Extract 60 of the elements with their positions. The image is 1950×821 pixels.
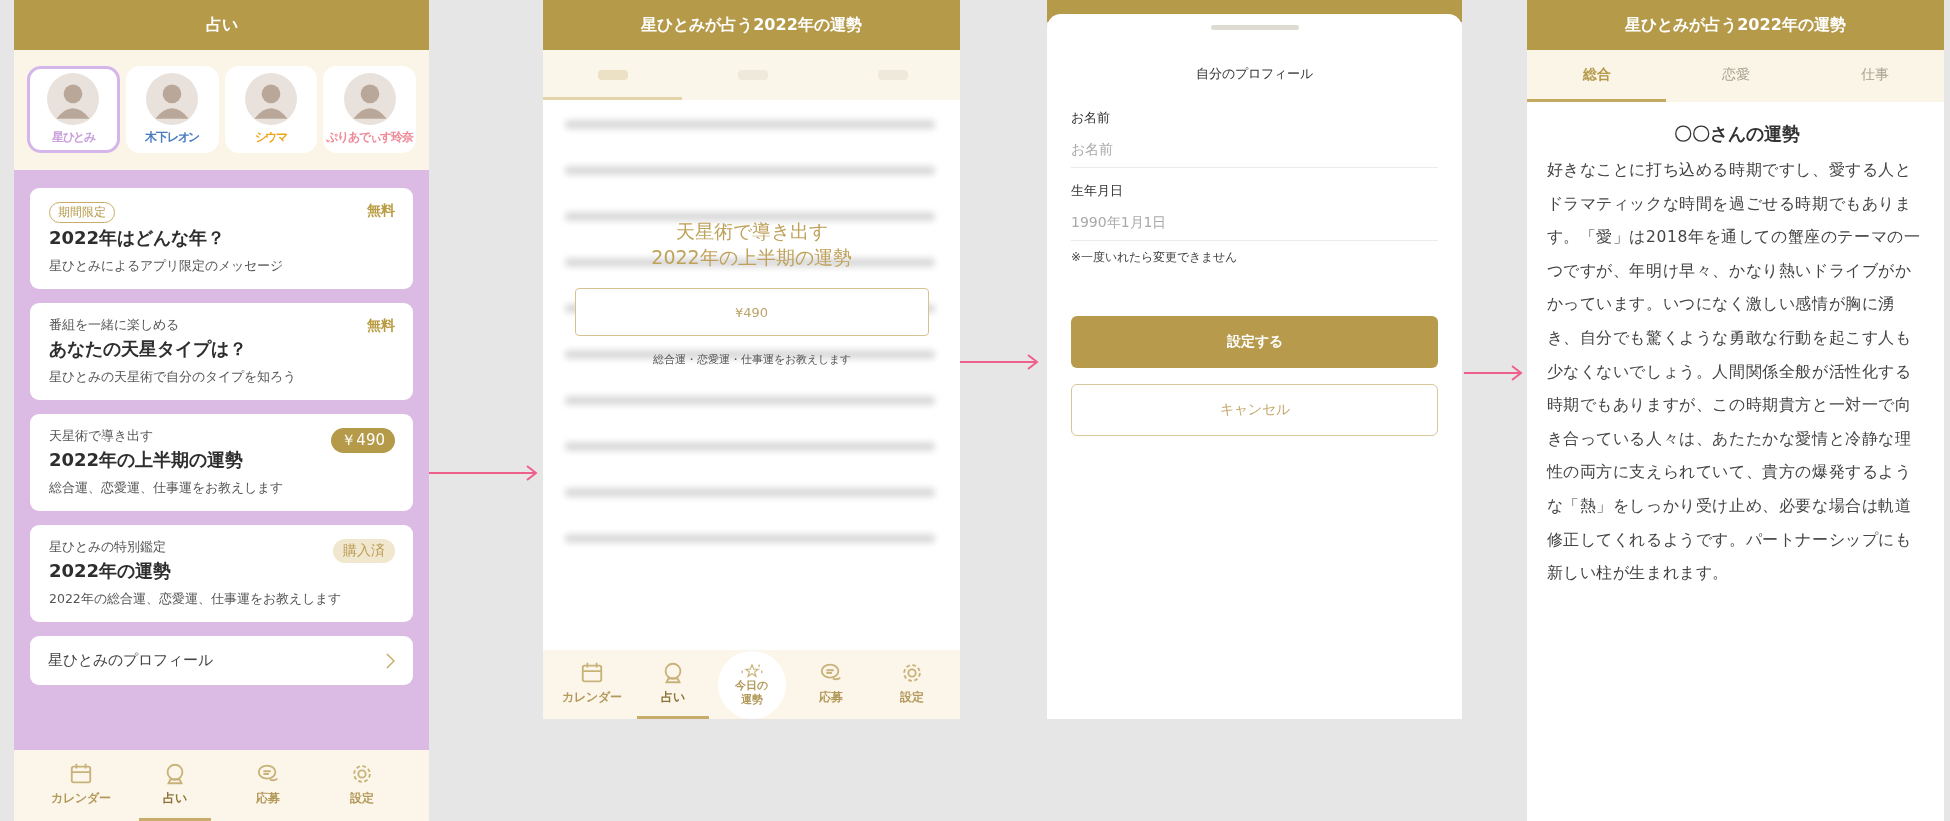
price-label: 無料 bbox=[367, 317, 395, 335]
calendar-icon bbox=[579, 660, 604, 685]
field-label: お名前 bbox=[1071, 109, 1111, 127]
menu-card[interactable]: 期間限定 2022年はどんな年？ 星ひとみによるアプリ限定のメッセージ 無料 bbox=[30, 188, 413, 289]
screen-title: 星ひとみが占う2022年の運勢 bbox=[1625, 14, 1846, 36]
chevron-icon bbox=[386, 652, 395, 669]
menu-card[interactable]: 天星術で導き出す 2022年の上半期の運勢 総合運、恋愛運、仕事運をお教えします ￥490 bbox=[30, 414, 413, 511]
price-badge: ￥490 bbox=[331, 428, 395, 453]
nav-tab[interactable]: カレンダー bbox=[44, 750, 117, 821]
buy-button[interactable]: ¥490 bbox=[574, 288, 929, 336]
avatar-icon bbox=[47, 73, 100, 125]
fortune-teller-card[interactable]: 星ひとみ bbox=[27, 66, 120, 153]
card-title: あなたの天星タイプは？ bbox=[49, 337, 248, 361]
card-subtitle: 星ひとみの特別鑑定 bbox=[49, 539, 167, 556]
avatar-icon bbox=[146, 73, 199, 125]
sheet-handle[interactable] bbox=[1210, 25, 1299, 30]
menu-card[interactable]: 星ひとみの特別鑑定 2022年の運勢 2022年の総合運、恋愛運、仕事運をお教えします 購入済 bbox=[30, 525, 413, 622]
calendar-icon bbox=[68, 761, 93, 786]
card-title: 2022年の運勢 bbox=[49, 559, 173, 583]
flow-arrow bbox=[1464, 365, 1524, 381]
avatar-icon bbox=[244, 73, 297, 125]
nav-tab[interactable]: 占い bbox=[138, 750, 211, 821]
menu-card[interactable]: 番組を一緒に楽しめる あなたの天星タイプは？ 星ひとみの天星術で自分のタイプを知ろう 無料 bbox=[30, 303, 413, 400]
nav-tab[interactable]: 応募 bbox=[794, 650, 867, 719]
tab[interactable]: 総合 bbox=[1527, 50, 1666, 102]
reading-heading: 〇〇さんの運勢 bbox=[1673, 122, 1800, 146]
card-description: 総合運、恋愛運、仕事運をお教えします bbox=[49, 480, 283, 497]
fortune-teller-card[interactable]: ぷりあでぃす玲奈 bbox=[323, 66, 416, 153]
card-title: 2022年はどんな年？ bbox=[49, 226, 227, 250]
cancel-button[interactable]: キャンセル bbox=[1071, 384, 1438, 436]
nav-tab[interactable]: カレンダー bbox=[555, 650, 628, 719]
tab[interactable]: 仕事 bbox=[1805, 50, 1944, 102]
nav-tab[interactable]: 応募 bbox=[232, 750, 305, 821]
card-title: 2022年の上半期の運勢 bbox=[49, 448, 245, 472]
avatar-icon bbox=[343, 73, 396, 125]
nav-tab[interactable]: 設定 bbox=[326, 750, 399, 821]
card-description: 星ひとみによるアプリ限定のメッセージ bbox=[49, 258, 283, 275]
today-fortune-button[interactable]: 今日の運勢 bbox=[717, 651, 786, 719]
nav-tab[interactable]: 占い bbox=[636, 650, 709, 719]
save-button[interactable]: 設定する bbox=[1071, 316, 1438, 368]
screen-title: 占い bbox=[205, 14, 238, 36]
nav-tab[interactable]: 設定 bbox=[875, 650, 948, 719]
card-description: 星ひとみの天星術で自分のタイプを知ろう bbox=[49, 369, 296, 386]
reading-text: 好きなことに打ち込める時期ですし、愛する人とドラマティックな時間を過ごせる時期でもあります。「愛」は2018年を通しての蟹座のテーマの一つですが、年明け早々、かなり熱いドライブがかかっています。いつになく激しい感情が胸に湧き、自分でも驚くような勇敢な行動を起こす人も少なくないでしょう。人間関係全般が活性化する時期でもありますが、この時期貴方と一対一で向き合っている人々は、あたたかな愛情と冷静な理性の両方に支えられていて、貴方の爆発するような「熱」をしっかり受け止め、必要な場合は軌道修正してくれるようです。パートナーシップにも新しい柱が生まれます。 bbox=[1546, 160, 1922, 585]
field-label: 生年月日 bbox=[1071, 182, 1124, 200]
card-subtitle: 番組を一緒に楽しめる bbox=[49, 317, 180, 334]
card-subtitle: 天星術で導き出す bbox=[49, 428, 154, 445]
tab[interactable]: 恋愛 bbox=[1666, 50, 1805, 102]
fortune-teller-card[interactable]: 木下レオン bbox=[125, 66, 219, 153]
card-description: 2022年の総合運、恋愛運、仕事運をお教えします bbox=[49, 591, 341, 608]
sheet-title: 自分のプロフィール bbox=[1196, 65, 1313, 83]
offer-title: 天星術で導き出す bbox=[675, 219, 828, 244]
screen-title: 星ひとみが占う2022年の運勢 bbox=[641, 14, 862, 36]
profile-link[interactable]: 星ひとみのプロフィール bbox=[30, 636, 413, 685]
fortune-teller-card[interactable]: シウマ bbox=[224, 66, 318, 153]
offer-note: 総合運・恋愛運・仕事運をお教えします bbox=[652, 352, 851, 367]
offer-subtitle: 2022年の上半期の運勢 bbox=[651, 245, 852, 270]
field-note: ※一度いれたら変更できません bbox=[1071, 249, 1239, 266]
price-label: 無料 bbox=[367, 202, 395, 220]
price-badge: 購入済 bbox=[333, 539, 395, 563]
